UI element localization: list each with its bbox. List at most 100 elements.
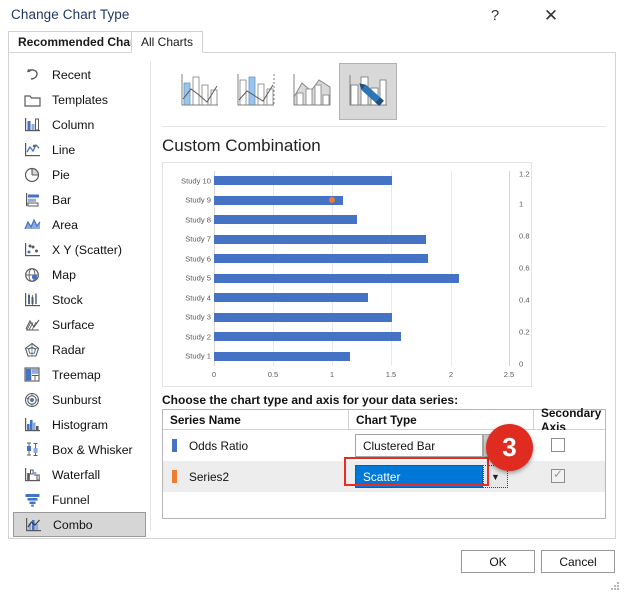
chart-secondary-ytick: 1.2: [519, 169, 530, 179]
sidebar-item-column[interactable]: Column: [13, 112, 146, 137]
chart-type-dropdown-series2[interactable]: Scatter: [355, 465, 483, 488]
secondary-axis-checkbox-odds-ratio[interactable]: [551, 438, 565, 452]
pie-chart-icon: [23, 166, 41, 183]
sidebar-item-box-whisker[interactable]: Box & Whisker: [13, 437, 146, 462]
chart-bar: [214, 176, 392, 185]
sidebar-item-surface[interactable]: Surface: [13, 312, 146, 337]
chart-type-dropdown-odds-ratio[interactable]: Clustered Bar: [355, 434, 483, 457]
folder-icon: [23, 91, 41, 108]
dialog-body-panel: Recent Templates Column Line Pie Bar Are…: [8, 52, 616, 539]
sidebar-item-line[interactable]: Line: [13, 137, 146, 162]
chart-plot-area: Study 10 Study 9 Study 8 Study 7 Study 6…: [181, 170, 530, 380]
sidebar-item-stock[interactable]: Stock: [13, 287, 146, 312]
sidebar-item-label: Line: [52, 142, 76, 157]
sidebar-item-label: Area: [52, 217, 78, 232]
chart-category-label: Study 10: [181, 176, 211, 185]
chart-secondary-ytick: 0.2: [519, 327, 530, 337]
dialog-title: Change Chart Type: [11, 7, 130, 22]
series-table-header: Series Name Chart Type Secondary Axis: [163, 406, 605, 434]
ok-button[interactable]: OK: [461, 550, 535, 573]
sidebar-item-label: Box & Whisker: [52, 442, 133, 457]
gallery-thumb-stacked-area-clustered-column[interactable]: [283, 63, 341, 120]
sidebar-item-combo[interactable]: Combo: [13, 512, 146, 537]
sidebar-item-area[interactable]: Area: [13, 212, 146, 237]
sidebar-item-templates[interactable]: Templates: [13, 87, 146, 112]
sidebar-item-label: X Y (Scatter): [52, 242, 122, 257]
line-chart-icon: [23, 141, 41, 158]
chart-category-label: Study 3: [185, 312, 211, 322]
series-color-swatch: [172, 439, 177, 452]
chart-secondary-axis-line: [509, 171, 510, 366]
sidebar-item-xy-scatter[interactable]: X Y (Scatter): [13, 237, 146, 262]
sidebar-item-label: Pie: [52, 167, 70, 182]
chart-type-list[interactable]: Recent Templates Column Line Pie Bar Are…: [9, 53, 150, 538]
sidebar-item-label: Radar: [52, 342, 86, 357]
chart-category-label: Study 9: [185, 195, 211, 205]
chart-subtype-gallery[interactable]: [161, 63, 606, 121]
sidebar-item-sunburst[interactable]: Sunburst: [13, 387, 146, 412]
sidebar-item-label: Waterfall: [52, 467, 101, 482]
gallery-thumb-clustered-column-line-secondary-axis[interactable]: [227, 63, 285, 120]
sidebar-item-waterfall[interactable]: Waterfall: [13, 462, 146, 487]
chart-xtick: 0.5: [267, 370, 279, 379]
chart-bar: [214, 254, 429, 263]
secondary-axis-checkbox-series2[interactable]: [551, 467, 565, 483]
chart-bar: [214, 195, 344, 205]
table-row[interactable]: Series2 Scatter ▼: [163, 461, 605, 492]
sidebar-item-label: Bar: [52, 192, 72, 207]
chart-category-label: Study 5: [185, 273, 211, 283]
sidebar-item-treemap[interactable]: Treemap: [13, 362, 146, 387]
series-name: Series2: [189, 469, 229, 484]
treemap-icon: [23, 366, 41, 383]
sidebar-item-pie[interactable]: Pie: [13, 162, 146, 187]
sidebar-item-label: Sunburst: [52, 392, 102, 407]
column-header-series-name: Series Name: [170, 412, 241, 427]
chart-secondary-ytick: 0.4: [519, 295, 530, 305]
cancel-button[interactable]: Cancel: [541, 550, 615, 573]
chart-xtick: 2: [448, 370, 454, 379]
bar-chart-icon: [23, 191, 41, 208]
chart-secondary-ytick: 0.8: [519, 231, 530, 241]
combo-chart-icon: [24, 516, 42, 533]
close-icon[interactable]: ✕: [529, 0, 573, 31]
recent-undo-icon: [23, 66, 41, 83]
chart-xtick: 0: [211, 370, 217, 379]
sidebar-item-histogram[interactable]: Histogram: [13, 412, 146, 437]
sidebar-item-bar[interactable]: Bar: [13, 187, 146, 212]
funnel-icon: [23, 491, 41, 508]
series-table[interactable]: Series Name Chart Type Secondary Axis Od…: [162, 406, 606, 519]
resize-grip[interactable]: [611, 578, 620, 590]
gallery-thumb-clustered-column-line[interactable]: [171, 63, 229, 120]
gallery-divider: [162, 126, 606, 127]
chart-secondary-ytick: 1: [519, 199, 524, 209]
tab-all-charts[interactable]: All Charts: [131, 31, 204, 53]
chart-bar: [214, 215, 358, 224]
panel-divider: [150, 61, 151, 531]
help-icon[interactable]: ?: [473, 0, 517, 31]
sunburst-icon: [23, 391, 41, 408]
stock-chart-icon: [23, 291, 41, 308]
sidebar-item-recent[interactable]: Recent: [13, 62, 146, 87]
gallery-thumb-custom-combination[interactable]: [339, 63, 397, 120]
sidebar-item-radar[interactable]: Radar: [13, 337, 146, 362]
sidebar-item-label: Combo: [53, 517, 93, 532]
chart-secondary-ytick: 0.6: [519, 263, 530, 273]
sidebar-item-label: Funnel: [52, 492, 90, 507]
chart-category-label: Study 8: [185, 215, 211, 224]
chart-bar: [214, 273, 460, 283]
area-chart-icon: [23, 216, 41, 233]
sidebar-item-funnel[interactable]: Funnel: [13, 487, 146, 512]
chart-xtick: 2.5: [503, 370, 515, 379]
waterfall-icon: [23, 466, 41, 483]
series-color-swatch: [172, 470, 177, 483]
chart-bar: [214, 351, 351, 361]
surface-chart-icon: [23, 316, 41, 333]
map-globe-icon: [23, 266, 41, 283]
table-row[interactable]: Odds Ratio Clustered Bar ▼: [163, 430, 605, 461]
chart-category-label: Study 2: [185, 332, 211, 341]
chart-bar: [214, 332, 402, 341]
chart-xtick: 1: [329, 370, 335, 379]
chart-gridline: [451, 171, 452, 366]
sidebar-item-map[interactable]: Map: [13, 262, 146, 287]
chart-preview[interactable]: Study 10 Study 9 Study 8 Study 7 Study 6…: [162, 162, 532, 387]
